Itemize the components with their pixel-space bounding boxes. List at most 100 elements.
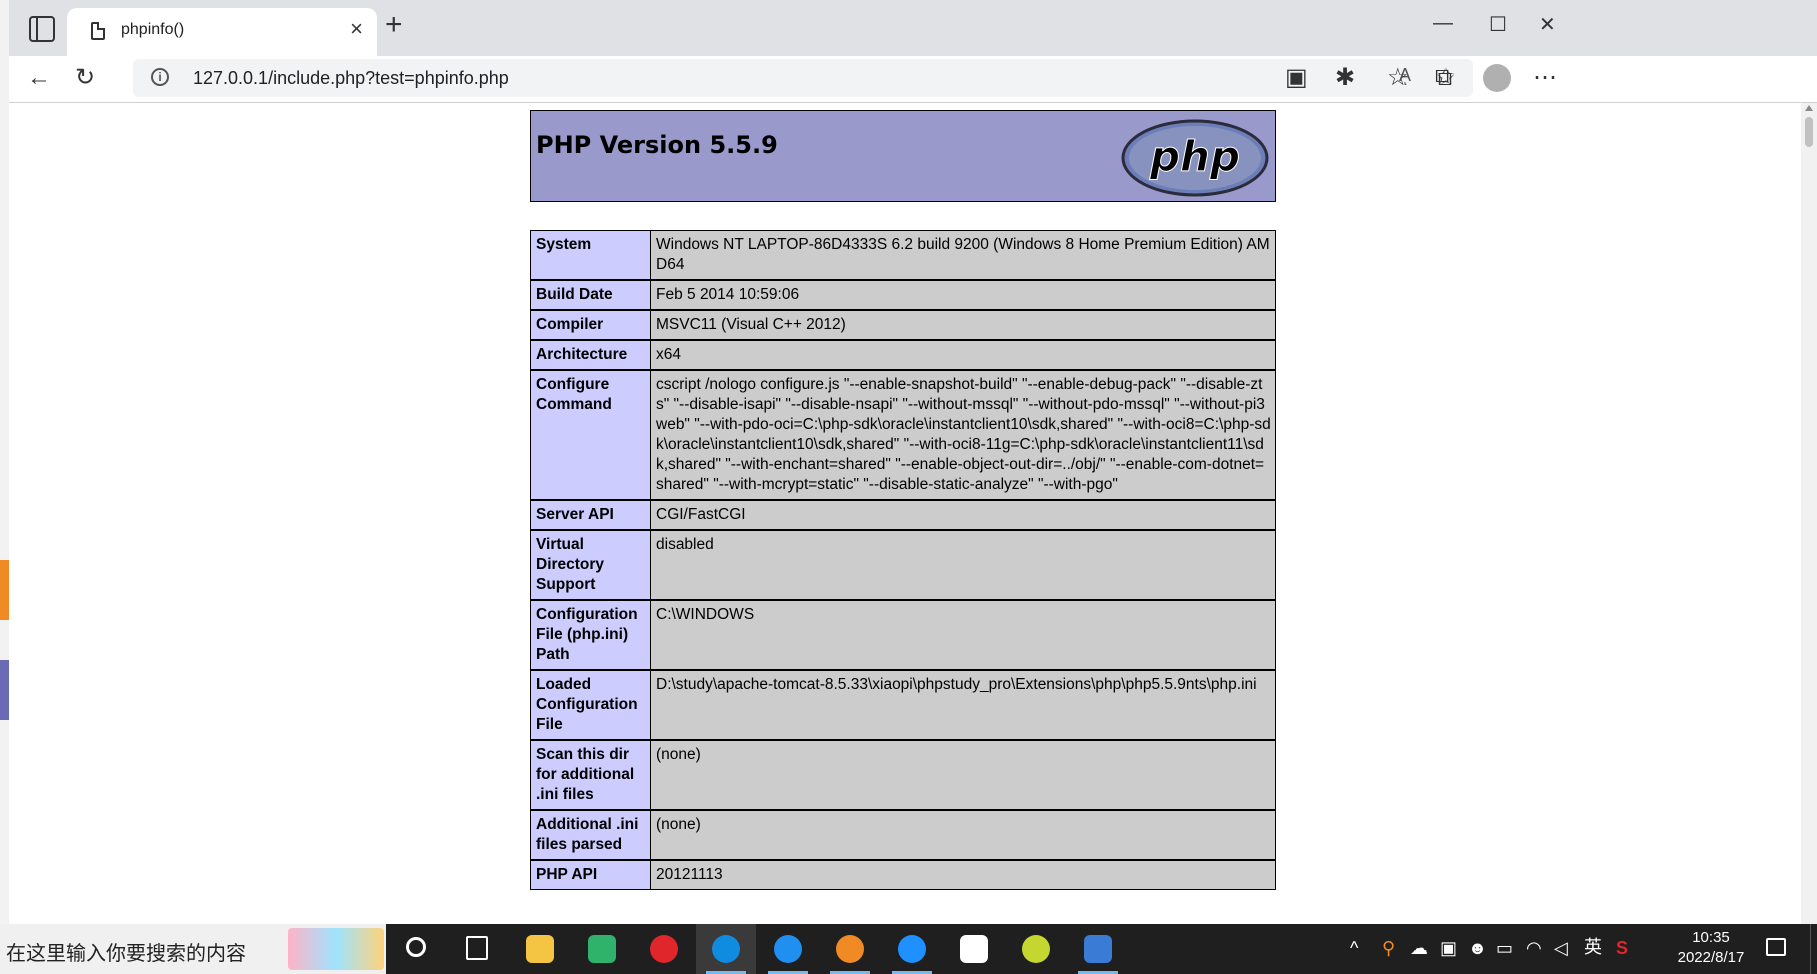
battery-icon[interactable]: ▭ — [1496, 938, 1513, 958]
address-bar[interactable]: i 127.0.0.1/include.php?test=phpinfo.php… — [133, 59, 1473, 97]
netease-music-button[interactable] — [634, 924, 694, 974]
phpinfo-value: (none) — [650, 739, 1276, 811]
phpinfo-row: Configure Command cscript /nologo configu… — [530, 369, 1276, 501]
tab-title: phpinfo() — [121, 21, 185, 38]
php-logo[interactable]: php — [1121, 119, 1269, 197]
folder-icon — [526, 935, 554, 963]
favorites-icon[interactable]: ☆ — [1387, 64, 1409, 92]
profile-avatar[interactable] — [1483, 64, 1511, 92]
media-player-button[interactable] — [572, 924, 632, 974]
site-info-icon[interactable]: i — [151, 68, 169, 86]
close-window-button[interactable]: ✕ — [1539, 12, 1556, 37]
phpinfo-key: System — [530, 230, 651, 281]
phpinfo-key: Configure Command — [530, 369, 651, 501]
music-icon — [650, 935, 678, 963]
taskbar: 在这里输入你要搜索的内容 ^ ⚲ ☁ ▣ ☻ ▭ ◠ ◁ 英 S 10:35 2… — [0, 924, 1817, 974]
phpinfo-value: cscript /nologo configure.js "--enable-s… — [650, 369, 1276, 501]
taskbar-search[interactable]: 在这里输入你要搜索的内容 — [0, 924, 386, 974]
url-text[interactable]: 127.0.0.1/include.php?test=phpinfo.php — [193, 68, 509, 89]
php-logo-text: php — [1149, 132, 1240, 181]
browser2-icon — [898, 935, 926, 963]
new-tab-button[interactable]: + — [385, 10, 403, 40]
magnifier-icon — [836, 935, 864, 963]
refresh-button[interactable]: ↻ — [75, 64, 95, 92]
game-icon — [1022, 935, 1050, 963]
phpinfo-key: Virtual Directory Support — [530, 529, 651, 601]
volume-icon[interactable]: ◁ — [1554, 938, 1568, 958]
phpinfo-row: Additional .ini files parsed (none) — [530, 809, 1276, 861]
tray-search-icon[interactable]: ⚲ — [1382, 938, 1395, 958]
phpinfo-value: (none) — [650, 809, 1276, 861]
page-icon — [91, 22, 105, 40]
phpinfo-value: D:\study\apache-tomcat-8.5.33\xiaopi\php… — [650, 669, 1276, 741]
scrollbar-thumb[interactable] — [1805, 117, 1813, 147]
search-highlight-image — [288, 928, 384, 970]
phpinfo-row: Build Date Feb 5 2014 10:59:06 — [530, 279, 1276, 311]
tray-qq-icon[interactable]: ☻ — [1468, 938, 1487, 958]
phpinfo-value: Windows NT LAPTOP-86D4333S 6.2 build 920… — [650, 230, 1276, 281]
php-version-title: PHP Version 5.5.9 — [536, 131, 778, 159]
qq-game-button[interactable] — [1006, 924, 1066, 974]
phpinfo-key: Loaded Configuration File — [530, 669, 651, 741]
back-button[interactable]: ← — [27, 64, 51, 92]
tray-chevron-icon[interactable]: ^ — [1350, 938, 1358, 958]
phpinfo-row: PHP API 20121113 — [530, 859, 1276, 890]
phpinfo-key: PHP API — [530, 859, 651, 890]
notification-icon[interactable] — [1766, 938, 1786, 956]
input-language-indicator[interactable]: 英 — [1584, 938, 1602, 958]
phpinfo-value: disabled — [650, 529, 1276, 601]
php-version-header: PHP Version 5.5.9 php — [530, 110, 1276, 202]
phpinfo-key: Additional .ini files parsed — [530, 809, 651, 861]
file-explorer-button[interactable] — [510, 924, 570, 974]
immersive-reader-icon[interactable]: ▣ — [1285, 64, 1308, 92]
phpinfo-value: CGI/FastCGI — [650, 499, 1276, 531]
play-icon — [588, 935, 616, 963]
browser-icon — [774, 935, 802, 963]
task-view-icon[interactable] — [466, 936, 488, 960]
minimize-button[interactable]: — — [1433, 12, 1453, 35]
tray-display-icon[interactable]: ▣ — [1440, 938, 1457, 958]
qq-browser-button[interactable] — [758, 924, 818, 974]
tab-phpinfo[interactable]: phpinfo() × — [67, 8, 377, 56]
phpinfo-row: Virtual Directory Support disabled — [530, 529, 1276, 601]
system-clock[interactable]: 10:35 2022/8/17 — [1666, 928, 1756, 968]
search-input[interactable]: 在这里输入你要搜索的内容 — [6, 937, 246, 966]
scroll-up-icon[interactable] — [1805, 105, 1813, 111]
window-icon — [1084, 935, 1112, 963]
cortana-icon[interactable] — [406, 937, 426, 957]
qq-browser2-button[interactable] — [882, 924, 942, 974]
phpinfo-value: 20121113 — [650, 859, 1276, 890]
search-app-button[interactable] — [820, 924, 880, 974]
phpinfo-value: C:\WINDOWS — [650, 599, 1276, 671]
phpinfo-value: MSVC11 (Visual C++ 2012) — [650, 309, 1276, 341]
phpinfo-key: Build Date — [530, 279, 651, 311]
typora-button[interactable] — [944, 924, 1004, 974]
phpinfo-row: Server API CGI/FastCGI — [530, 499, 1276, 531]
browser-window: phpinfo() × + — ☐ ✕ ← ↻ i 127.0.0.1/incl… — [9, 0, 1817, 924]
vertical-scrollbar[interactable] — [1801, 103, 1817, 924]
phpinfo-key: Scan this dir for additional .ini files — [530, 739, 651, 811]
edge-button[interactable] — [696, 924, 756, 974]
phpinfo-row: Scan this dir for additional .ini files(… — [530, 739, 1276, 811]
tab-bar: phpinfo() × + — ☐ ✕ — [9, 0, 1817, 56]
phpinfo-table: System Windows NT LAPTOP-86D4333S 6.2 bui… — [530, 230, 1276, 890]
extensions-icon[interactable]: ✱ — [1335, 64, 1355, 92]
phpinfo-key: Configuration File (php.ini) Path — [530, 599, 651, 671]
tab-actions-icon[interactable] — [29, 16, 55, 42]
show-desktop-button[interactable] — [1810, 924, 1817, 974]
sogou-ime-icon[interactable]: S — [1616, 938, 1628, 958]
tray-cloud-icon[interactable]: ☁ — [1410, 938, 1428, 958]
app-window-button[interactable] — [1068, 924, 1128, 974]
clock-date: 2022/8/17 — [1677, 949, 1745, 966]
phpinfo-value: x64 — [650, 339, 1276, 371]
wifi-icon[interactable]: ◠ — [1526, 938, 1542, 958]
tab-close-icon[interactable]: × — [350, 18, 363, 40]
browser-toolbar: ← ↻ i 127.0.0.1/include.php?test=phpinfo… — [9, 56, 1817, 103]
collections-icon[interactable]: ⧉ — [1435, 64, 1452, 92]
typora-icon — [960, 935, 988, 963]
phpinfo-row: Architecture x64 — [530, 339, 1276, 371]
phpinfo-value: Feb 5 2014 10:59:06 — [650, 279, 1276, 311]
more-menu-icon[interactable]: ⋯ — [1533, 64, 1557, 92]
maximize-button[interactable]: ☐ — [1489, 12, 1507, 37]
clock-time: 10:35 — [1692, 929, 1730, 946]
